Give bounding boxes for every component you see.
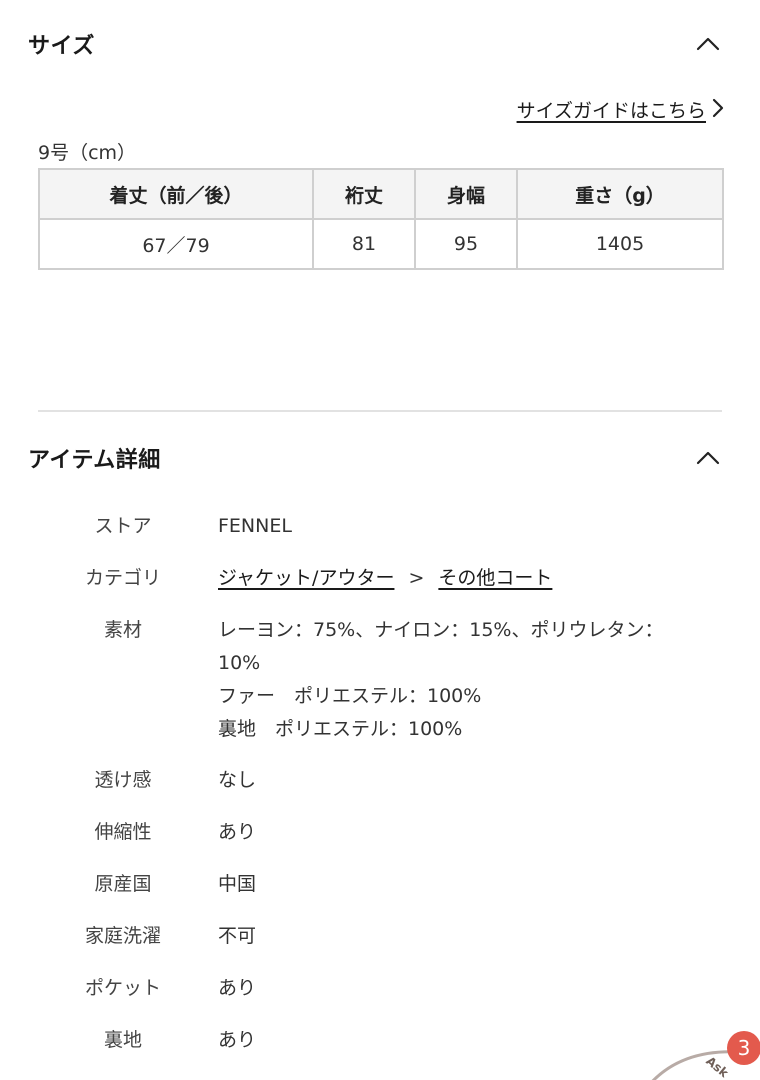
size-table-cell: 67／79 — [38, 218, 314, 270]
section-divider — [38, 410, 722, 412]
chevron-up-icon[interactable] — [694, 30, 722, 58]
detail-label: 裏地 — [103, 1029, 142, 1051]
material-line: ファー ポリエステル：100% — [218, 685, 482, 707]
detail-value: あり — [218, 821, 257, 843]
detail-label: 家庭洗濯 — [84, 925, 161, 947]
detail-value: 不可 — [218, 925, 257, 947]
detail-value: FENNEL — [218, 515, 292, 537]
size-table-cell: 95 — [414, 218, 518, 270]
size-unit-label: 9号（cm） — [38, 142, 137, 164]
size-table-cell: 81 — [312, 218, 416, 270]
size-section-header[interactable]: サイズ — [28, 24, 722, 64]
details-section-title: アイテム詳細 — [28, 448, 161, 473]
detail-value: 中国 — [218, 873, 257, 895]
product-detail-page: サイズ サイズガイドはこちら 9号（cm） 着丈（前／後） 裄丈 身幅 重さ（g… — [0, 0, 760, 1080]
detail-value: あり — [218, 977, 257, 999]
material-line: 10% — [218, 652, 261, 674]
detail-value: なし — [218, 769, 257, 791]
size-table-cell: 1405 — [516, 218, 724, 270]
chevron-right-icon — [712, 98, 724, 122]
category-link-primary[interactable]: ジャケット/アウター — [218, 567, 394, 589]
detail-label: ポケット — [84, 977, 161, 999]
category-separator: > — [408, 567, 425, 589]
size-table-header-row: 着丈（前／後） 裄丈 身幅 重さ（g） — [38, 168, 724, 220]
detail-label: 素材 — [103, 619, 142, 641]
material-value: レーヨン：75%、ナイロン：15%、ポリウレタン： 10% ファー ポリエステル… — [218, 614, 718, 746]
detail-label: 透け感 — [94, 769, 152, 791]
material-line: レーヨン：75%、ナイロン：15%、ポリウレタン： — [218, 619, 664, 641]
table-row: 67／79 81 95 1405 — [38, 218, 724, 270]
material-line: 裏地 ポリエステル：100% — [218, 718, 463, 740]
size-table-header: 身幅 — [414, 168, 518, 220]
size-guide-link[interactable]: サイズガイドはこちら — [517, 96, 724, 123]
chevron-up-icon[interactable] — [694, 444, 722, 472]
detail-label: 原産国 — [94, 873, 152, 895]
category-breadcrumb: ジャケット/アウター > その他コート — [218, 562, 718, 595]
size-table-header: 裄丈 — [312, 168, 416, 220]
category-link-secondary[interactable]: その他コート — [438, 567, 552, 589]
size-guide-label[interactable]: サイズガイドはこちら — [517, 96, 706, 123]
size-table: 着丈（前／後） 裄丈 身幅 重さ（g） 67／79 81 95 1405 — [38, 168, 724, 270]
detail-label: ストア — [94, 515, 152, 537]
size-table-header: 重さ（g） — [516, 168, 724, 220]
size-table-header: 着丈（前／後） — [38, 168, 314, 220]
detail-label: カテゴリ — [84, 567, 161, 589]
details-section-header[interactable]: アイテム詳細 — [28, 438, 722, 478]
size-section-title: サイズ — [28, 34, 95, 59]
notification-badge[interactable]: 3 — [727, 1031, 760, 1065]
detail-label: 伸縮性 — [94, 821, 152, 843]
